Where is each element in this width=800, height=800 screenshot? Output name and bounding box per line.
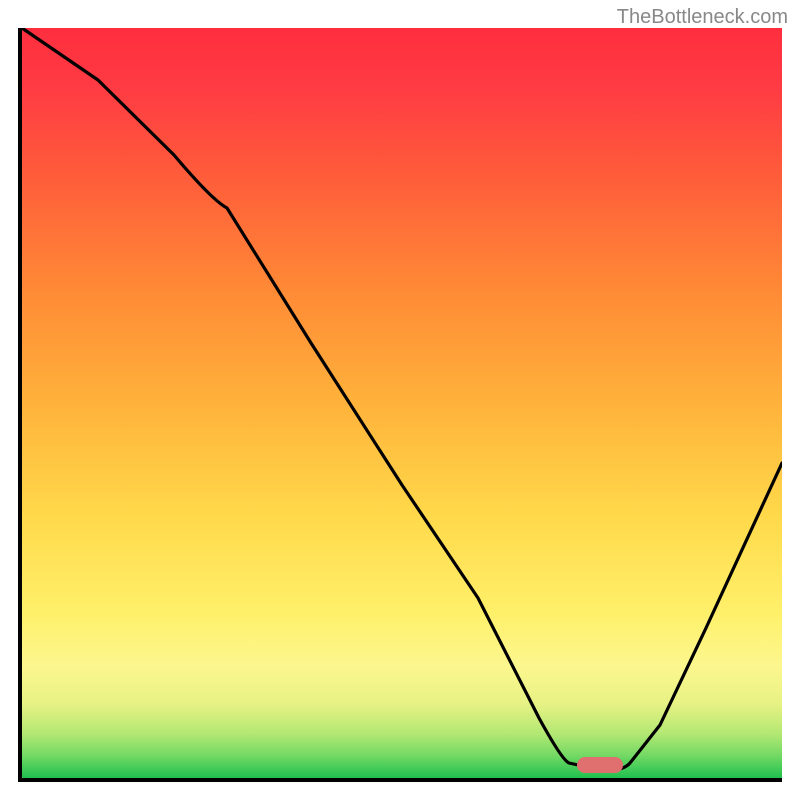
watermark-text: TheBottleneck.com <box>617 6 788 29</box>
highlight-marker <box>577 757 623 773</box>
chart-frame <box>18 28 782 782</box>
chart-curve-svg <box>22 28 782 778</box>
chart-container: TheBottleneck.com <box>0 0 800 800</box>
chart-curve-path <box>22 28 782 770</box>
